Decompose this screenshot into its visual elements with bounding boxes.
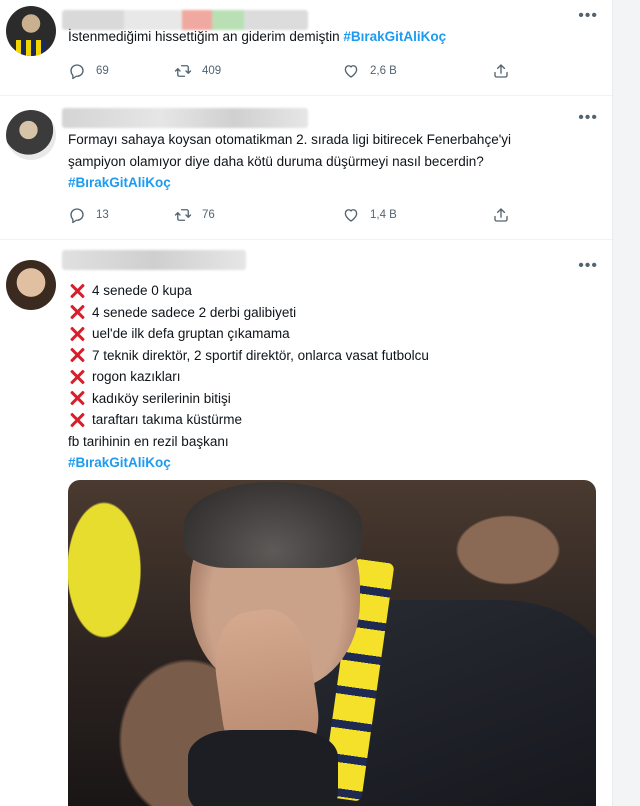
reply-count: 69: [96, 65, 109, 77]
tweet-2[interactable]: ••• Formayı sahaya koysan otomatikman 2.…: [0, 96, 612, 240]
cross-mark-icon: [68, 368, 86, 386]
like-count: 2,6 B: [370, 65, 397, 77]
list-item: uel'de ilk defa gruptan çıkamama: [68, 323, 592, 345]
more-icon[interactable]: •••: [578, 8, 598, 24]
list-item: kadıköy serilerinin bitişi: [68, 388, 592, 410]
blurred-username: [62, 108, 308, 128]
retweet-button[interactable]: 409: [174, 62, 221, 80]
more-icon[interactable]: •••: [578, 110, 598, 126]
reply-count: 13: [96, 209, 109, 221]
photo-figure-hair: [184, 482, 362, 568]
list-item-text: 4 senede sadece 2 derbi galibiyeti: [92, 304, 297, 320]
list-item-text: 4 senede 0 kupa: [92, 283, 192, 298]
avatar[interactable]: [6, 110, 56, 160]
hashtag-link[interactable]: #BırakGitAliKoç: [68, 452, 592, 474]
reply-icon: [70, 64, 84, 80]
retweet-icon: [174, 65, 192, 77]
scroll-gutter: [612, 0, 640, 806]
tweet-photo[interactable]: [68, 480, 596, 806]
tweet-line: Formayı sahaya koysan otomatikman 2. sır…: [68, 132, 512, 147]
cross-mark-icon: [68, 303, 86, 321]
retweet-button[interactable]: 76: [174, 206, 215, 224]
share-button[interactable]: [492, 206, 520, 224]
tweet-text: İstenmediğimi hissettiğim an giderim dem…: [68, 26, 592, 48]
list-item-text: uel'de ilk defa gruptan çıkamama: [92, 326, 290, 341]
share-icon: [494, 64, 508, 78]
reply-button[interactable]: 13: [68, 206, 109, 224]
retweet-count: 76: [202, 209, 215, 221]
heart-icon: [344, 209, 358, 222]
tweet-text: 4 senede 0 kupa 4 senede sadece 2 derbi …: [68, 280, 592, 474]
cross-mark-icon: [68, 282, 86, 300]
list-item-text: 7 teknik direktör, 2 sportif direktör, o…: [92, 347, 429, 363]
reply-button[interactable]: 69: [68, 62, 109, 80]
heart-icon: [344, 65, 358, 78]
hashtag-link[interactable]: #BırakGitAliKoç: [343, 29, 446, 44]
cross-mark-icon: [68, 411, 86, 429]
reply-icon: [70, 208, 84, 224]
list-item: rogon kazıkları: [68, 366, 592, 388]
tweet-1[interactable]: ••• İstenmediğimi hissettiğim an giderim…: [0, 0, 612, 96]
list-item: 7 teknik direktör, 2 sportif direktör, o…: [68, 345, 592, 367]
retweet-icon: [174, 209, 192, 221]
cross-mark-icon: [68, 346, 86, 364]
list-item: 4 senede 0 kupa: [68, 280, 592, 302]
photo-figure-sleeve: [188, 730, 338, 806]
tweet-text: Formayı sahaya koysan otomatikman 2. sır…: [68, 129, 592, 194]
tweet-line: şampiyon olamıyor diye daha kötü duruma …: [68, 153, 484, 169]
like-count: 1,4 B: [370, 209, 397, 221]
list-item-text: rogon kazıkları: [92, 369, 181, 384]
share-icon: [494, 208, 508, 222]
tweet-actions: 13 76 1,4 B: [68, 206, 528, 226]
list-item: taraftarı takıma küstürme: [68, 409, 592, 431]
avatar[interactable]: [6, 6, 56, 56]
blurred-username: [62, 250, 246, 270]
tweet-closing-line: fb tarihinin en rezil başkanı: [68, 433, 229, 449]
tweet-actions: 69 409 2,6 B: [68, 62, 528, 82]
hashtag-link[interactable]: #BırakGitAliKoç: [68, 172, 592, 194]
like-button[interactable]: 1,4 B: [342, 206, 397, 224]
like-button[interactable]: 2,6 B: [342, 62, 397, 80]
retweet-count: 409: [202, 65, 222, 77]
cross-mark-icon: [68, 389, 86, 407]
tweet-body: İstenmediğimi hissettiğim an giderim dem…: [68, 29, 340, 44]
share-button[interactable]: [492, 62, 520, 80]
tweet-3[interactable]: ••• 4 senede 0 kupa 4 senede sadece 2 de…: [0, 240, 612, 806]
avatar[interactable]: [6, 260, 56, 310]
list-item-text: kadıköy serilerinin bitişi: [92, 390, 231, 406]
cross-mark-icon: [68, 325, 86, 343]
more-icon[interactable]: •••: [578, 258, 598, 274]
list-item-text: taraftarı takıma küstürme: [92, 412, 243, 427]
list-item: 4 senede sadece 2 derbi galibiyeti: [68, 302, 592, 324]
